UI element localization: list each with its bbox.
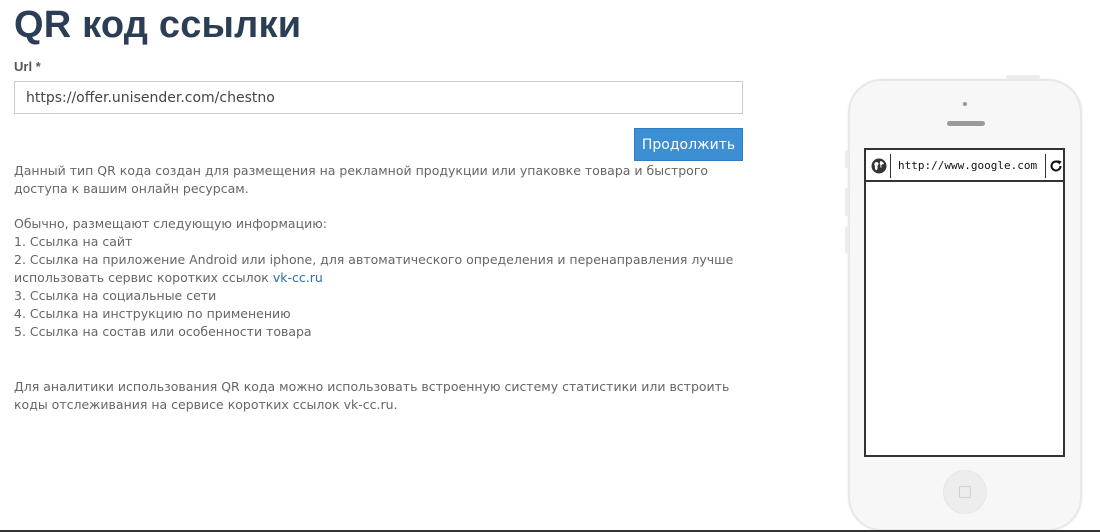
browser-url-field[interactable]: http://www.google.com [890,154,1046,178]
list-item: 5. Ссылка на состав или особенности това… [14,324,312,339]
list-item: 4. Ссылка на инструкцию по применению [14,306,291,321]
phone-screen: http://www.google.com [864,148,1065,457]
phone-mute-switch [845,150,849,168]
phone-camera [963,102,967,106]
continue-button[interactable]: Продолжить [634,128,743,161]
phone-power-button [1006,75,1040,79]
info-list: 1. Ссылка на сайт 2. Ссылка на приложени… [14,233,734,341]
browser-address-bar: http://www.google.com [866,150,1063,182]
home-button-icon [959,486,971,498]
url-input[interactable] [14,81,743,114]
page-title: QR код ссылки [14,4,302,46]
phone-home-button[interactable] [943,470,987,514]
refresh-icon[interactable] [1049,159,1063,173]
description-analytics: Для аналитики использования QR кода можн… [14,379,730,412]
description-intro: Данный тип QR кода создан для размещения… [14,163,709,196]
list-item-text: 2. Ссылка на приложение Android или ipho… [14,252,734,285]
qr-link-page: QR код ссылки Url * Продолжить Данный ти… [0,0,1100,532]
phone-speaker [947,121,985,126]
url-label: Url * [14,59,41,74]
vk-cc-link[interactable]: vk-cc.ru [273,270,323,285]
globe-icon [871,158,887,174]
phone-volume-up [845,188,849,216]
list-item: 1. Ссылка на сайт [14,234,133,249]
phone-volume-down [845,226,849,254]
description-list-heading: Обычно, размещают следующую информацию: [14,216,327,231]
list-item: 3. Ссылка на социальные сети [14,288,217,303]
list-item: 2. Ссылка на приложение Android или ipho… [14,251,734,287]
